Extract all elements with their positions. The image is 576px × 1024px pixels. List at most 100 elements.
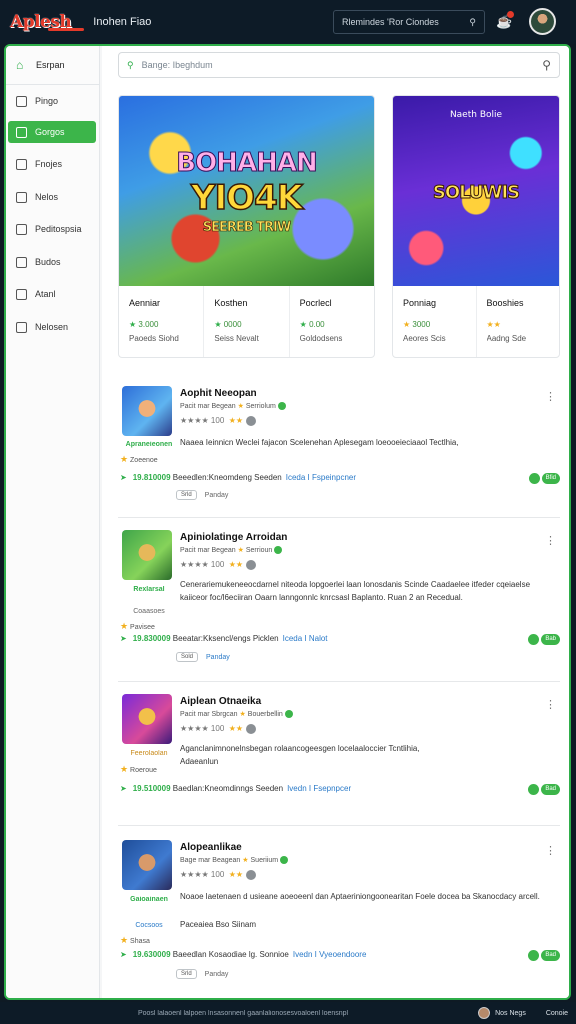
thumb-caption: Rexlarsal (133, 586, 165, 593)
featured-card[interactable]: Naeth Bolie SOLUWIS Ponniag ★ 3000 Aeore… (392, 95, 560, 358)
star-icon: ★ (214, 320, 222, 329)
sidebar-item[interactable]: Pingo (8, 90, 96, 112)
sidebar-item[interactable]: Peditospsia (8, 218, 96, 240)
list-item-description: Naaea Ieinnicn Weclei fajacon Scelenehan… (180, 438, 459, 447)
more-options-icon[interactable]: ⋮ (545, 390, 556, 403)
list-item-extra: Sold Panday (176, 652, 230, 662)
featured-meta[interactable]: Kosthen ★ 0000 Seiss Nevalt (204, 286, 290, 357)
sidebar-item[interactable]: Nelosen (8, 316, 96, 338)
top-search-box[interactable]: Rlemindes 'Ror Ciondes ⚲ (333, 10, 485, 34)
list-item-link[interactable]: Iceda I Fspeinpcner (286, 473, 356, 482)
sidebar-item[interactable]: Atanl (8, 283, 96, 305)
list-item-link[interactable]: Ivedn I Vyeoendoore (293, 950, 367, 959)
game-thumbnail[interactable] (122, 386, 172, 436)
more-options-icon[interactable]: ⋮ (545, 844, 556, 857)
status-pill[interactable]: Bab (528, 634, 560, 645)
star-icon: ★ (120, 621, 129, 631)
sidebar-item-label: Pingo (35, 96, 59, 106)
verified-icon (280, 856, 289, 865)
featured-meta[interactable]: Aenniar ★ 3.000 Paoeds Siohd (119, 286, 205, 357)
more-options-icon[interactable]: ⋮ (545, 698, 556, 711)
list-item-subtitle: Pacit mar Begean ★ Serriolum (180, 402, 286, 411)
game-thumbnail[interactable] (122, 530, 172, 580)
status-extra[interactable]: Conoie (546, 1010, 568, 1017)
featured-banner-image[interactable]: Naeth Bolie SOLUWIS (393, 96, 559, 286)
list-item[interactable]: Apraneieonen ★ Zoeenoe Aophit Neeopan Pa… (118, 386, 560, 518)
main-content: ⚲ Bange: Ibeghdum ⚲ BOHAHAN YIO4K SEEREB… (102, 46, 569, 998)
list-item[interactable]: Rexlarsal Coaasoes ★ Pavisee Apiniolatin… (118, 530, 560, 682)
list-item-title[interactable]: Aophit Neeopan (180, 388, 257, 399)
status-text: Poosl lalaoenl lalpoen lnsasonnenl gaanl… (137, 1009, 349, 1017)
featured-meta[interactable]: Ponniag ★ 3000 Aeores Scis (393, 286, 477, 357)
sidebar-item-label: Gorgos (35, 127, 65, 137)
tag-chip[interactable]: Srld (176, 969, 197, 979)
status-pill[interactable]: Bad (528, 950, 560, 961)
star-icon: ★ (120, 935, 129, 945)
meta-rating: ★ 3.000 (129, 320, 159, 329)
sidebar-home[interactable]: ⌂ Esrpan (10, 52, 96, 78)
featured-meta-row: Aenniar ★ 3.000 Paoeds Siohd Kosthen ★ 0… (119, 286, 374, 357)
more-options-icon[interactable]: ⋮ (545, 534, 556, 547)
news-icon (16, 191, 27, 203)
list-item-link[interactable]: Ivedn I Fsepnpcer (287, 784, 351, 793)
list-item-subtitle: Bage mar Beagean ★ Sueriium (180, 856, 289, 865)
featured-card[interactable]: BOHAHAN YIO4K SEEREB TRIW Aenniar ★ 3.00… (118, 95, 375, 358)
game-thumbnail[interactable] (122, 694, 172, 744)
list-item-title[interactable]: Aiplean Otnaeika (180, 696, 261, 707)
star-icon: ★ (403, 320, 411, 329)
sidebar-item[interactable]: Nelos (8, 186, 96, 208)
list-item-description-cont: Paceaiea Bso Siinam (180, 920, 257, 929)
star-icon: ★ (120, 454, 129, 464)
thumb-caption: Gaioainaen (130, 896, 168, 903)
list-icon (16, 95, 27, 107)
status-dot-icon (528, 784, 540, 795)
featured-banner-image[interactable]: BOHAHAN YIO4K SEEREB TRIW (119, 96, 374, 286)
list-item-link[interactable]: Iceda I Nalot (283, 634, 328, 643)
book-icon (16, 256, 27, 268)
status-pill[interactable]: Bfid (528, 473, 560, 484)
main-search-input[interactable]: ⚲ Bange: Ibeghdum ⚲ (118, 52, 560, 78)
star-icon: ★ (237, 403, 244, 410)
tag-icon (16, 158, 27, 170)
list-item[interactable]: Feerolaolan ★ Roeroue Aiplean Otnaeika P… (118, 694, 560, 826)
banner-subtitle: SEEREB TRIW (202, 220, 291, 236)
list-item-footer: ➤ 19.510009 Baedlan:Kneomdinngs Seeden Ive… (118, 784, 560, 798)
user-avatar[interactable] (529, 8, 556, 35)
thumb-rating: ★ Shasa (120, 935, 150, 945)
sidebar-item[interactable]: Fnojes (8, 153, 96, 175)
thumb-rating: ★ Roeroue (120, 764, 157, 774)
list-item-title[interactable]: Alopeanlikae (180, 842, 242, 853)
star-icon: ★ (129, 320, 137, 329)
list-item-title[interactable]: Apiniolatinge Arroidan (180, 532, 287, 543)
thumb-caption: Apraneieonen (125, 441, 173, 448)
meta-name: Pocrlecl (299, 298, 332, 308)
arrow-icon: ➤ (120, 950, 127, 959)
game-thumbnail[interactable] (122, 840, 172, 890)
tag-chip[interactable]: Srld (176, 490, 197, 500)
banner-title-main: YIO4K (190, 177, 304, 219)
sidebar-home-label: Esrpan (36, 60, 65, 70)
meta-name: Ponniag (403, 298, 437, 308)
top-bar: Aplesh Inohen Fiao Rlemindes 'Ror Cionde… (0, 0, 576, 44)
list-item-description-cont: Adaeanlun (180, 757, 219, 766)
sidebar-item-label: Atanl (35, 289, 56, 299)
tag-chip[interactable]: Sold (176, 652, 199, 662)
list-item-description: Cenerariemukeneeocdarnel niteoda lopgoer… (180, 580, 531, 602)
featured-meta[interactable]: Pocrlecl ★ 0.00 Goldodsens (290, 286, 374, 357)
list-item[interactable]: Gaioainaen Cocsoos ★ Shasa Alopeanlikae … (118, 840, 560, 990)
star-icon: ★ (242, 857, 249, 864)
status-dot-icon (528, 950, 540, 961)
thumb-caption: Feerolaolan (130, 750, 168, 757)
status-pill[interactable]: Bad (528, 784, 560, 795)
magnifier-icon[interactable]: ⚲ (542, 58, 551, 72)
meta-name: Booshies (486, 298, 524, 308)
search-icon[interactable]: ⚲ (469, 17, 476, 28)
app-title: Inohen Fiao (93, 16, 152, 28)
sidebar-item[interactable]: Budos (8, 251, 96, 273)
meta-name: Aenniar (129, 298, 161, 308)
list-item-footer: ➤ 19.630009 Baeedlan Kosaodiae lg. Sonnio… (118, 950, 560, 964)
status-user[interactable]: Nos Negs Conoie (478, 1007, 568, 1019)
sidebar-item-active[interactable]: Gorgos (8, 121, 96, 143)
user-avatar-small (478, 1007, 491, 1019)
featured-meta[interactable]: Booshies ★★ Aadng Sde (477, 286, 560, 357)
